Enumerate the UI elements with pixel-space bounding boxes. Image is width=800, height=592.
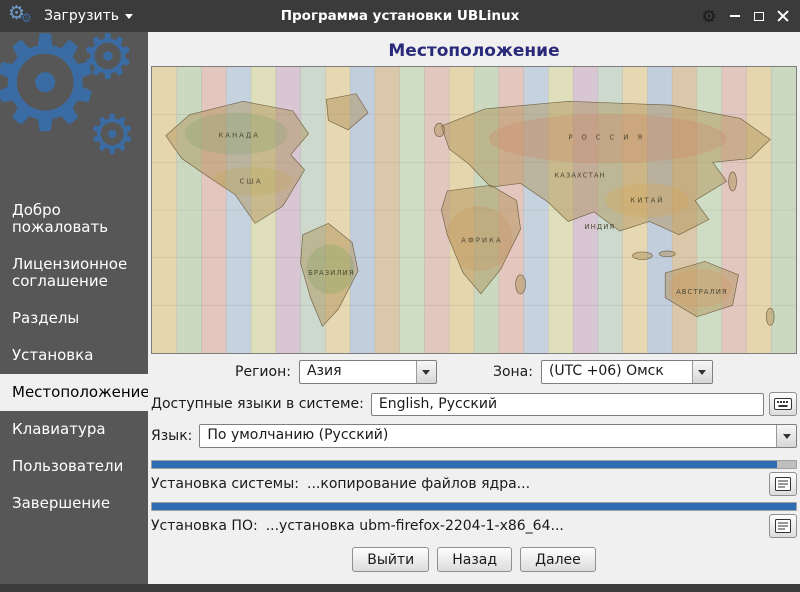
svg-text:АФРИКА: АФРИКА bbox=[461, 237, 503, 245]
software-status-text: ...установка ubm-firefox-2204-1-x86_64..… bbox=[266, 518, 564, 534]
page-title: Местоположение bbox=[151, 41, 797, 61]
close-icon bbox=[777, 10, 789, 22]
zone-value: (UTC +06) Омск bbox=[542, 361, 692, 383]
svg-text:США: США bbox=[240, 177, 263, 185]
svg-text:КИТАЙ: КИТАЙ bbox=[630, 196, 664, 205]
languages-input[interactable] bbox=[371, 393, 764, 416]
app-logo-gears-icon: ⚙ ⚙ bbox=[8, 3, 38, 29]
svg-text:КАЗАХСТАН: КАЗАХСТАН bbox=[554, 172, 606, 180]
next-button[interactable]: Далее bbox=[520, 547, 596, 572]
svg-text:ИНДИЯ: ИНДИЯ bbox=[584, 223, 615, 231]
region-zone-row: Регион: Азия Зона: (UTC +06) Омск bbox=[151, 360, 797, 384]
chevron-down-icon[interactable] bbox=[692, 361, 712, 383]
sidebar-item-partitions[interactable]: Разделы bbox=[0, 300, 148, 337]
software-status-label: Установка ПО: bbox=[151, 518, 258, 534]
installer-steps-nav: Добро пожаловать Лицензионное соглашение… bbox=[0, 192, 148, 522]
system-status-text: ...копирование файлов ядра... bbox=[307, 476, 530, 492]
load-button[interactable]: Загрузить bbox=[38, 4, 139, 28]
language-value: По умолчанию (Русский) bbox=[200, 425, 776, 447]
region-select[interactable]: Азия bbox=[299, 360, 437, 384]
sidebar-item-license[interactable]: Лицензионное соглашение bbox=[0, 246, 148, 300]
settings-gear-button[interactable]: ⚙ bbox=[698, 5, 720, 27]
languages-row: Доступные языки в системе: bbox=[151, 392, 797, 416]
sidebar-item-users[interactable]: Пользователи bbox=[0, 448, 148, 485]
language-row: Язык: По умолчанию (Русский) bbox=[151, 424, 797, 448]
maximize-button[interactable] bbox=[750, 6, 768, 26]
maximize-icon bbox=[754, 12, 764, 21]
exit-button[interactable]: Выйти bbox=[352, 547, 429, 572]
language-label: Язык: bbox=[151, 428, 192, 444]
minimize-icon bbox=[730, 15, 740, 17]
system-log-button[interactable] bbox=[769, 472, 797, 496]
installer-window: ⚙ ⚙ Загрузить Программа установки UBLinu… bbox=[0, 0, 800, 592]
chevron-down-icon bbox=[125, 14, 133, 19]
titlebar: ⚙ ⚙ Загрузить Программа установки UBLinu… bbox=[0, 0, 800, 32]
gear-icon: ⚙ bbox=[80, 32, 136, 88]
svg-text:АВСТРАЛИЯ: АВСТРАЛИЯ bbox=[676, 288, 728, 296]
language-select[interactable]: По умолчанию (Русский) bbox=[199, 424, 797, 448]
back-button[interactable]: Назад bbox=[437, 547, 512, 572]
gear-icon: ⚙ bbox=[88, 108, 136, 162]
keyboard-icon bbox=[774, 397, 792, 411]
software-log-button[interactable] bbox=[769, 514, 797, 538]
gear-icon: ⚙ bbox=[701, 8, 716, 25]
sidebar-item-keyboard[interactable]: Клавиатура bbox=[0, 411, 148, 448]
main-panel: Местоположение bbox=[148, 32, 800, 584]
chevron-down-icon[interactable] bbox=[416, 361, 436, 383]
software-status-row: Установка ПО: ...установка ubm-firefox-2… bbox=[151, 515, 797, 537]
svg-text:РОССИЯ: РОССИЯ bbox=[568, 134, 651, 142]
region-value: Азия bbox=[300, 361, 416, 383]
gear-icon: ⚙ bbox=[21, 12, 32, 24]
svg-text:КАНАДА: КАНАДА bbox=[218, 132, 260, 140]
sidebar-item-location[interactable]: Местоположение bbox=[0, 374, 148, 411]
system-progress-fill bbox=[152, 461, 777, 468]
software-progress-bar bbox=[151, 502, 797, 511]
sidebar-item-welcome[interactable]: Добро пожаловать bbox=[0, 192, 148, 246]
system-status-row: Установка системы: ...копирование файлов… bbox=[151, 473, 797, 495]
close-button[interactable] bbox=[774, 6, 792, 26]
keyboard-layout-button[interactable] bbox=[769, 392, 797, 416]
window-frame-bottom bbox=[0, 584, 800, 592]
chevron-down-icon[interactable] bbox=[776, 425, 796, 447]
software-progress-fill bbox=[152, 503, 796, 510]
titlebar-controls: ⚙ bbox=[698, 5, 792, 27]
sidebar-item-install[interactable]: Установка bbox=[0, 337, 148, 374]
sidebar-item-finish[interactable]: Завершение bbox=[0, 485, 148, 522]
region-label: Регион: bbox=[235, 364, 291, 380]
system-status-label: Установка системы: bbox=[151, 476, 299, 492]
minimize-button[interactable] bbox=[726, 6, 744, 26]
log-icon bbox=[775, 519, 791, 533]
window-title: Программа установки UBLinux bbox=[120, 0, 680, 32]
installer-gears-logo: ⚙ ⚙ ⚙ bbox=[0, 32, 148, 192]
load-button-label: Загрузить bbox=[44, 8, 119, 24]
wizard-buttons: Выйти Назад Далее bbox=[151, 547, 797, 572]
system-progress-bar bbox=[151, 460, 797, 469]
zone-label: Зона: bbox=[493, 364, 533, 380]
sidebar: ⚙ ⚙ ⚙ Добро пожаловать Лицензионное согл… bbox=[0, 32, 148, 584]
svg-text:БРАЗИЛИЯ: БРАЗИЛИЯ bbox=[308, 269, 354, 277]
zone-select[interactable]: (UTC +06) Омск bbox=[541, 360, 713, 384]
log-icon bbox=[775, 477, 791, 491]
languages-label: Доступные языки в системе: bbox=[151, 396, 364, 412]
timezone-map[interactable]: КАНАДА США БРАЗИЛИЯ РОССИЯ КАЗАХСТАН КИТАЙ ИНД… bbox=[151, 66, 797, 354]
